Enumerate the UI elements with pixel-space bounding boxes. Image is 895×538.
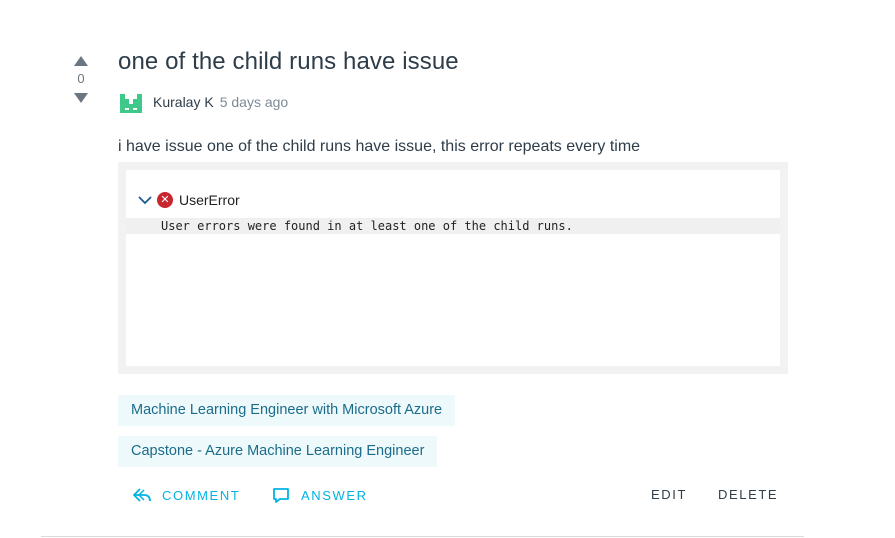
- error-panel: ✕ UserError User errors were found in at…: [126, 170, 780, 366]
- post-timestamp: 5 days ago: [219, 94, 289, 110]
- post-body: i have issue one of the child runs have …: [118, 138, 641, 155]
- reply-icon: [133, 488, 151, 502]
- divider: [41, 536, 804, 537]
- author-name[interactable]: Kuralay K: [153, 94, 214, 110]
- answer-icon: [273, 488, 289, 503]
- answer-label: ANSWER: [301, 487, 368, 503]
- post-title: one of the child runs have issue: [118, 48, 459, 75]
- edit-button[interactable]: EDIT: [651, 487, 687, 502]
- avatar[interactable]: [120, 91, 142, 113]
- comment-label: COMMENT: [162, 487, 241, 503]
- error-icon: ✕: [157, 192, 173, 208]
- error-message-row: User errors were found in at least one o…: [126, 218, 780, 234]
- vote-count: 0: [77, 71, 85, 86]
- delete-button[interactable]: DELETE: [718, 487, 778, 502]
- chevron-down-icon: [138, 196, 152, 205]
- error-type: UserError: [179, 192, 240, 208]
- tag-project[interactable]: Capstone - Azure Machine Learning Engine…: [118, 436, 438, 467]
- error-screenshot: ✕ UserError User errors were found in at…: [118, 162, 788, 374]
- error-message: User errors were found in at least one o…: [161, 219, 573, 233]
- error-header: ✕ UserError: [138, 192, 240, 208]
- post-author-row: Kuralay K 5 days ago: [120, 91, 288, 113]
- vote-widget: 0: [70, 56, 92, 103]
- answer-button[interactable]: ANSWER: [272, 487, 368, 503]
- vote-down-icon[interactable]: [74, 93, 88, 103]
- vote-up-icon[interactable]: [74, 56, 88, 66]
- tag-course[interactable]: Machine Learning Engineer with Microsoft…: [118, 395, 456, 426]
- comment-button[interactable]: COMMENT: [133, 487, 240, 503]
